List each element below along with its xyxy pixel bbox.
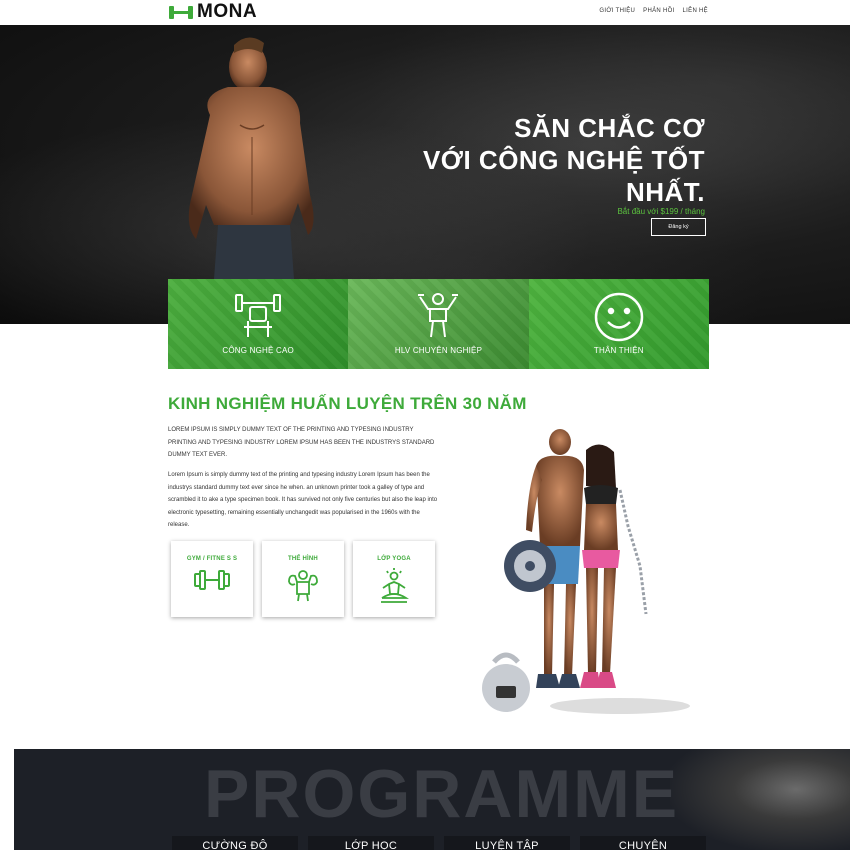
tab-chuyen[interactable]: CHUYÊN: [580, 836, 706, 850]
service-cards: GYM / FITNE S S THỂ HÌNH LỚP YOGA: [171, 541, 435, 617]
hero-athlete-image: [188, 37, 314, 279]
feature-label: CÔNG NGHỆ CAO: [222, 346, 294, 355]
logo-text: MONA: [197, 1, 258, 22]
card-lop-yoga[interactable]: LỚP YOGA: [353, 541, 435, 617]
dumbbell-icon: [194, 570, 230, 590]
bodybuilder-icon: [288, 570, 318, 602]
feature-label: HLV CHUYÊN NGHIỆP: [394, 346, 483, 355]
yoga-icon: [381, 568, 409, 603]
nav-item-gioi-thieu[interactable]: GIỚI THIỆU: [599, 8, 635, 14]
feature-label: THÂN THIỆN: [593, 346, 644, 355]
hero-headline-line1: SĂN CHẮC CƠ: [514, 113, 705, 143]
tab-lop-hoc[interactable]: LỚP HỌC: [308, 836, 434, 850]
logo[interactable]: MONA: [168, 1, 258, 22]
feature-cong-nghe-cao[interactable]: CÔNG NGHỆ CAO: [168, 279, 349, 369]
hero-price-text: Bắt đầu với $199 / tháng: [617, 207, 705, 216]
feature-than-thien[interactable]: THÂN THIỆN: [528, 279, 709, 369]
about-title: KINH NGHIỆM HUẤN LUYỆN TRÊN 30 NĂM: [168, 394, 527, 413]
card-gym-fitness[interactable]: GYM / FITNE S S: [171, 541, 253, 617]
features-strip: CÔNG NGHỆ CAO HLV CHUYÊN NGHIỆP THÂN THI…: [168, 279, 709, 369]
register-button[interactable]: Đăng ký: [651, 218, 706, 236]
feature-hlv-chuyen-nghiep[interactable]: HLV CHUYÊN NGHIỆP: [348, 279, 529, 369]
trainer-icon: [418, 293, 459, 338]
tab-cuong-do[interactable]: CƯỜNG ĐỘ: [172, 836, 298, 850]
smiley-icon: [594, 292, 644, 342]
programme-tabs: CƯỜNG ĐỘ LỚP HỌC LUYỆN TẬP CHUYÊN: [172, 836, 706, 850]
card-the-hinh[interactable]: THỂ HÌNH: [262, 541, 344, 617]
card-label: THỂ HÌNH: [288, 556, 318, 562]
card-label: GYM / FITNE S S: [186, 556, 238, 562]
programme-title: PROGRAMME: [204, 756, 680, 832]
dumbbell-logo-icon: [168, 4, 194, 20]
about-caps-text: LOREM IPSUM IS SIMPLY DUMMY TEXT OF THE …: [168, 427, 435, 458]
bench-press-icon: [235, 294, 282, 337]
hero-headline-line2: VỚI CÔNG NGHỆ TỐT: [422, 145, 705, 175]
nav-item-phan-hoi[interactable]: PHẢN HỒI: [643, 8, 674, 14]
fitness-couple-image: [482, 429, 690, 714]
nav-item-lien-he[interactable]: LIÊN HỆ: [683, 8, 708, 14]
programme-section: PROGRAMME CƯỜNG ĐỘ LỚP HỌC LUYỆN TẬP CHU…: [14, 749, 850, 850]
tab-luyen-tap[interactable]: LUYỆN TẬP: [444, 836, 570, 850]
programme-background-image: [670, 749, 850, 850]
card-label: LỚP YOGA: [377, 556, 411, 562]
hero-headline: SĂN CHẮC CƠ VỚI CÔNG NGHỆ TỐT NHẤT.: [423, 112, 705, 208]
hero-headline-line3: NHẤT.: [625, 177, 705, 207]
about-body-text: Lorem Ipsum is simply dummy text of the …: [168, 472, 438, 528]
main-nav: GIỚI THIỆU PHẢN HỒI LIÊN HỆ: [599, 8, 708, 14]
site-header: MONA GIỚI THIỆU PHẢN HỒI LIÊN HỆ: [0, 0, 850, 25]
